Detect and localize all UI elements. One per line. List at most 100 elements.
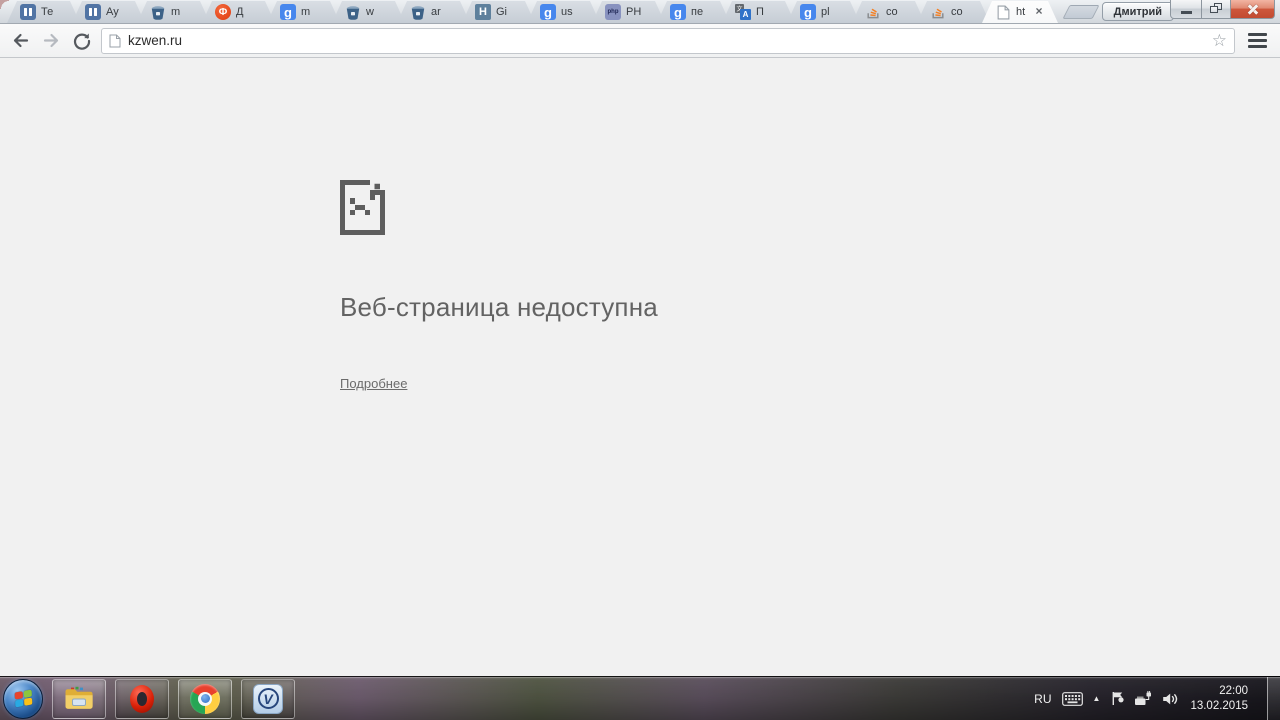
tab-10[interactable]: php PH [592,1,665,23]
tab-12[interactable]: 文 A П [722,1,795,23]
network-icon[interactable] [1134,691,1152,706]
forward-arrow-icon [43,33,58,48]
show-desktop-button[interactable] [1267,676,1280,720]
tab-label: m [171,6,181,18]
sad-file-icon [340,180,385,235]
tab-7[interactable]: ar [397,1,470,23]
tab-2[interactable]: Ау [72,1,145,23]
start-button[interactable] [3,678,43,719]
start-orb-icon [14,689,32,708]
back-arrow-icon [13,33,28,48]
google-favicon: g [540,4,556,20]
reload-icon [73,33,91,50]
minimize-icon [1180,10,1192,14]
error-message-box: Веб-страница недоступна Подробнее [340,180,658,393]
tab-13[interactable]: g pl [787,1,860,23]
tab-active[interactable]: ht × [982,1,1058,23]
taskbar-clock[interactable]: 22:00 13.02.2015 [1190,684,1248,714]
tab-label: m [301,6,311,18]
bitbucket-favicon [150,4,166,20]
hamburger-icon [1247,33,1267,36]
tab-label: Gi [496,6,507,18]
tab-4[interactable]: Ф Д [202,1,275,23]
taskbar-v-app-button[interactable]: V [241,678,295,719]
bitbucket-favicon [410,4,426,20]
tab-label: co [951,6,963,18]
google-favicon: g [670,4,686,20]
tab-label: ht [1016,6,1026,18]
stackoverflow-favicon [930,4,946,20]
address-bar[interactable]: kzwen.ru ☆ [101,27,1235,54]
tab-9[interactable]: g us [527,1,600,23]
bitbucket-favicon [345,4,361,20]
tab-label: us [561,6,573,18]
volume-icon[interactable] [1162,692,1178,706]
window-controls [1170,0,1275,19]
chrome-menu-button[interactable] [1242,29,1272,53]
clock-date: 13.02.2015 [1190,699,1248,712]
tab-close-icon[interactable]: × [1032,5,1046,19]
tab-label: pl [821,6,830,18]
taskbar-chrome-button[interactable] [178,678,232,719]
opera-icon [130,684,154,713]
tab-14[interactable]: co [852,1,925,23]
desktop-screen: Те Ау m Ф Д g m w ar H Gi g us php PH g … [0,0,1280,720]
url-text[interactable]: kzwen.ru [128,33,182,48]
tab-strip: Те Ау m Ф Д g m w ar H Gi g us php PH g … [7,1,1100,23]
taskbar-explorer-button[interactable] [52,678,106,719]
back-button[interactable] [8,29,32,53]
tab-label: пе [691,6,704,18]
tab-label: PH [626,6,642,18]
windows-taskbar: V RU ▲ 22:00 13.02.2015 [0,676,1280,720]
forward-button[interactable] [39,29,63,53]
browser-toolbar: kzwen.ru ☆ [0,24,1280,58]
tab-3[interactable]: m [137,1,210,23]
error-page-title: Веб-страница недоступна [340,292,658,322]
habr-favicon: H [475,4,491,20]
details-link[interactable]: Подробнее [340,376,407,391]
action-center-flag-icon[interactable] [1110,691,1125,706]
hidden-icons-button[interactable]: ▲ [1093,694,1101,703]
tab-6[interactable]: w [332,1,405,23]
stackoverflow-favicon [865,4,881,20]
browser-titlebar: Те Ау m Ф Д g m w ar H Gi g us php PH g … [0,0,1280,24]
google-favicon: g [280,4,296,20]
tab-label: ar [431,6,441,18]
tab-label: П [756,6,764,18]
translate-favicon: 文 A [735,4,751,20]
page-favicon [995,4,1011,20]
profile-button[interactable]: Дмитрий [1101,2,1174,21]
tab-5[interactable]: g m [267,1,340,23]
tab-label: Те [41,6,54,18]
page-content: Веб-страница недоступна Подробнее [0,58,1280,675]
forum-f-favicon: Ф [215,4,231,20]
close-icon [1246,2,1260,16]
clock-time: 22:00 [1219,684,1248,697]
close-button[interactable] [1230,0,1275,19]
minimize-button[interactable] [1170,0,1202,19]
tab-15[interactable]: co [917,1,990,23]
taskbar-opera-button[interactable] [115,678,169,719]
pause-favicon [85,4,101,20]
page-icon [109,34,121,48]
explorer-icon [65,686,93,709]
restore-button[interactable] [1201,0,1231,19]
php-favicon: php [605,4,621,20]
tab-11[interactable]: g пе [657,1,730,23]
bookmark-star-icon[interactable]: ☆ [1212,32,1227,49]
google-favicon: g [800,4,816,20]
translate-latin-glyph: A [740,9,751,20]
tab-1[interactable]: Те [7,1,80,23]
system-tray: RU ▲ 22:00 13.02.2015 [1034,676,1280,720]
pause-favicon [20,4,36,20]
reload-button[interactable] [70,29,94,53]
tab-label: w [366,6,374,18]
tab-label: Д [236,6,244,18]
chrome-icon [190,683,220,714]
language-indicator[interactable]: RU [1034,692,1051,706]
tab-8[interactable]: H Gi [462,1,535,23]
keyboard-icon[interactable] [1061,691,1083,706]
restore-icon [1209,3,1223,15]
v-app-icon: V [253,683,283,714]
new-tab-button[interactable] [1062,5,1100,19]
